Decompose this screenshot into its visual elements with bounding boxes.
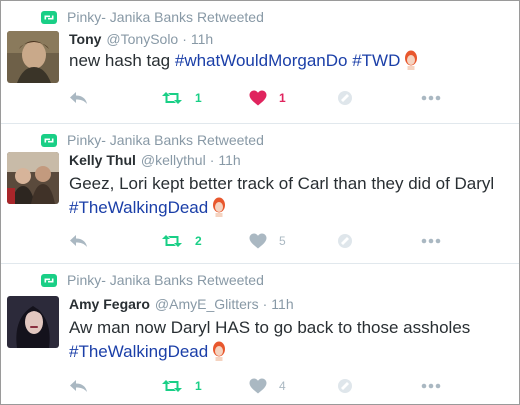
tweet-header: Tony @TonySolo · 11h (69, 31, 213, 47)
tweet-actions: 1 1 (69, 88, 509, 108)
separator-dot: · (209, 152, 215, 168)
retweeted-by-label[interactable]: Pinky- Janika Banks Retweeted (67, 9, 264, 25)
hashtag-link[interactable]: #TheWalkingDead (69, 198, 208, 217)
avatar[interactable] (7, 296, 59, 348)
hashtag-link[interactable]: #TheWalkingDead (69, 342, 208, 361)
tweet-text-plain: new hash tag (69, 51, 175, 70)
tweet-header: Amy Fegaro @AmyE_Glitters · 11h (69, 296, 294, 312)
retweeted-by-label[interactable]: Pinky- Janika Banks Retweeted (67, 272, 264, 288)
tweet-text-plain: Aw man now Daryl HAS to go back to those… (69, 318, 471, 337)
separator-dot: · (262, 296, 268, 312)
daryl-head-emoji-icon (405, 50, 418, 70)
tweet-text: Geez, Lori kept better track of Carl tha… (69, 172, 509, 220)
retweet-icon (162, 235, 182, 247)
author-name[interactable]: Amy Fegaro (69, 296, 150, 312)
heart-icon (249, 233, 267, 249)
author-name[interactable]: Tony (69, 31, 101, 47)
retweet-context: Pinky- Janika Banks Retweeted (41, 132, 264, 148)
timeline: Pinky- Janika Banks Retweeted Tony @Tony… (0, 0, 520, 405)
timestamp[interactable]: 11h (271, 296, 293, 312)
author-handle[interactable]: @kellythul (141, 152, 206, 168)
heart-icon (249, 90, 267, 106)
timestamp[interactable]: 11h (218, 152, 240, 168)
more-dots-icon (421, 95, 441, 101)
avatar[interactable] (7, 152, 59, 204)
retweet-icon (162, 92, 182, 104)
retweet-icon (41, 133, 57, 147)
retweet-count: 2 (195, 234, 202, 248)
extension-icon (338, 379, 352, 393)
retweeted-by-label[interactable]: Pinky- Janika Banks Retweeted (67, 132, 264, 148)
extension-icon (338, 91, 352, 105)
like-button[interactable]: 4 (249, 376, 286, 396)
retweet-icon (41, 273, 57, 287)
tweet-actions: 2 5 (69, 231, 509, 251)
like-count: 4 (279, 379, 286, 393)
like-button[interactable]: 5 (249, 231, 286, 251)
tweet-actions: 1 4 (69, 376, 509, 396)
more-button[interactable] (421, 88, 441, 108)
more-dots-icon (421, 238, 441, 244)
reply-icon (70, 235, 87, 247)
timestamp[interactable]: 11h (191, 31, 213, 47)
hashtag-link[interactable]: #TWD (352, 51, 400, 70)
daryl-head-emoji-icon (213, 341, 226, 361)
retweet-context: Pinky- Janika Banks Retweeted (41, 9, 264, 25)
retweet-count: 1 (195, 379, 202, 393)
retweet-icon (41, 10, 57, 24)
tweet[interactable]: Pinky- Janika Banks Retweeted Amy Fegaro… (1, 264, 519, 404)
reply-button[interactable] (69, 376, 89, 396)
tweet-text: Aw man now Daryl HAS to go back to those… (69, 316, 509, 364)
retweet-button[interactable]: 1 (161, 376, 202, 396)
tweet-text: new hash tag #whatWouldMorganDo #TWD (69, 49, 509, 73)
retweet-icon (162, 380, 182, 392)
reply-button[interactable] (69, 231, 89, 251)
reply-button[interactable] (69, 88, 89, 108)
more-button[interactable] (421, 231, 441, 251)
separator-dot: · (182, 31, 187, 47)
daryl-head-emoji-icon (213, 197, 226, 217)
extension-button[interactable] (337, 88, 353, 108)
retweet-count: 1 (195, 91, 202, 105)
extension-button[interactable] (337, 376, 353, 396)
retweet-button[interactable]: 2 (161, 231, 202, 251)
like-button[interactable]: 1 (249, 88, 286, 108)
more-button[interactable] (421, 376, 441, 396)
tweet-text-plain: Geez, Lori kept better track of Carl tha… (69, 174, 495, 193)
avatar[interactable] (7, 31, 59, 83)
reply-icon (70, 380, 87, 392)
extension-button[interactable] (337, 231, 353, 251)
author-handle[interactable]: @TonySolo (106, 31, 178, 47)
tweet[interactable]: Pinky- Janika Banks Retweeted Kelly Thul… (1, 124, 519, 264)
tweet-header: Kelly Thul @kellythul · 11h (69, 152, 241, 168)
extension-icon (338, 234, 352, 248)
author-handle[interactable]: @AmyE_Glitters (155, 296, 259, 312)
retweet-button[interactable]: 1 (161, 88, 202, 108)
author-name[interactable]: Kelly Thul (69, 152, 136, 168)
heart-icon (249, 378, 267, 394)
tweet[interactable]: Pinky- Janika Banks Retweeted Tony @Tony… (1, 1, 519, 124)
hashtag-link[interactable]: #whatWouldMorganDo (175, 51, 348, 70)
reply-icon (70, 92, 87, 104)
more-dots-icon (421, 383, 441, 389)
like-count: 5 (279, 234, 286, 248)
retweet-context: Pinky- Janika Banks Retweeted (41, 272, 264, 288)
like-count: 1 (279, 91, 286, 105)
